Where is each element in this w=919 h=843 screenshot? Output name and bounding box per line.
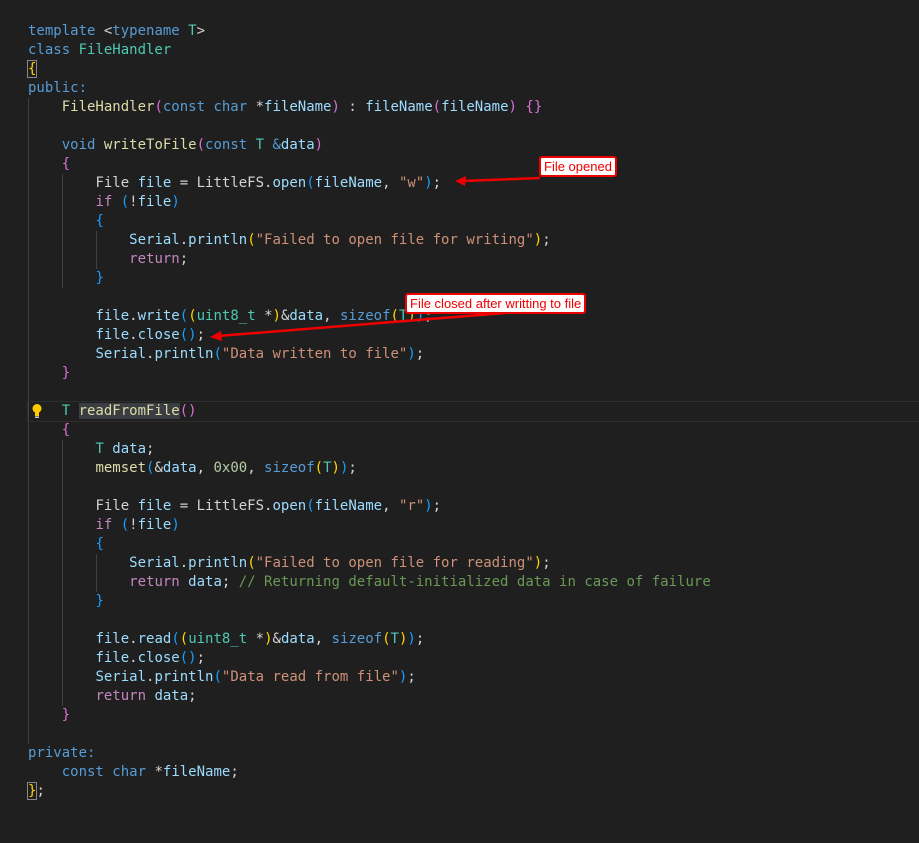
annotation-arrows bbox=[0, 0, 919, 843]
arrow-file-opened bbox=[455, 176, 540, 186]
annotation-file-opened: File opened bbox=[539, 156, 617, 177]
arrow-file-closed bbox=[210, 313, 505, 341]
annotation-file-closed: File closed after writting to file bbox=[405, 293, 586, 314]
